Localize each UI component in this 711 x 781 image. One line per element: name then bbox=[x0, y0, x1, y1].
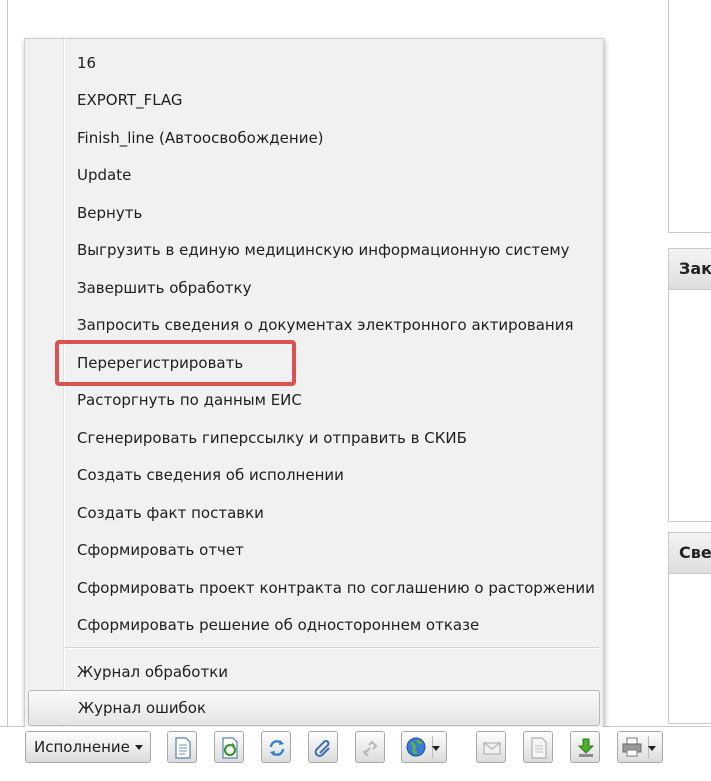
right-panel-sve: Све bbox=[668, 532, 711, 724]
document-button[interactable] bbox=[167, 731, 197, 763]
menu-item-generate-link[interactable]: Сгенерировать гиперссылку и отправить в … bbox=[25, 420, 603, 457]
attach-button[interactable] bbox=[308, 731, 338, 763]
attachment-icon bbox=[314, 740, 330, 757]
chevron-down-icon[interactable] bbox=[432, 746, 440, 751]
mail-button[interactable] bbox=[476, 731, 506, 763]
menu-item-create-delivery-fact[interactable]: Создать факт поставки bbox=[25, 495, 603, 532]
menu-item-export-emis[interactable]: Выгрузить в единую медицинскую информаци… bbox=[25, 232, 603, 269]
chevron-down-icon bbox=[135, 745, 143, 750]
document-refresh-button[interactable] bbox=[214, 731, 244, 763]
panel-header: Све bbox=[669, 533, 711, 574]
panel-header: Зак bbox=[669, 249, 711, 290]
menu-separator bbox=[65, 647, 599, 649]
printer-icon bbox=[622, 737, 642, 757]
chevron-down-icon[interactable] bbox=[648, 746, 656, 751]
refresh-icon bbox=[269, 740, 285, 756]
execution-button-label: Исполнение bbox=[34, 738, 130, 756]
globe-button[interactable] bbox=[401, 731, 447, 763]
download-button[interactable] bbox=[570, 731, 600, 763]
right-panel-zak: Зак bbox=[668, 248, 711, 522]
menu-item-generate-report[interactable]: Сформировать отчет bbox=[25, 532, 603, 569]
refresh-button[interactable] bbox=[261, 731, 291, 763]
download-icon bbox=[577, 738, 595, 757]
menu-item-create-execution-info[interactable]: Создать сведения об исполнении bbox=[25, 457, 603, 494]
globe-icon bbox=[406, 737, 426, 757]
menu-item-processing-log[interactable]: Журнал обработки bbox=[25, 654, 603, 691]
highlight-annotation-box bbox=[55, 340, 296, 386]
right-panel-top bbox=[668, 0, 711, 233]
link-button[interactable] bbox=[355, 731, 385, 763]
document-gray-button[interactable] bbox=[523, 731, 553, 763]
document-gray-icon bbox=[531, 737, 547, 759]
menu-item-terminate-eis[interactable]: Расторгнуть по данным ЕИС bbox=[25, 382, 603, 419]
menu-item-export-flag[interactable]: EXPORT_FLAG bbox=[25, 82, 603, 119]
window-frame-left bbox=[0, 0, 8, 740]
menu-item-finish-processing[interactable]: Завершить обработку bbox=[25, 270, 603, 307]
mail-icon bbox=[483, 742, 501, 755]
menu-item-16[interactable]: 16 bbox=[25, 45, 603, 82]
menu-item-termination-draft[interactable]: Сформировать проект контракта по соглаше… bbox=[25, 570, 603, 607]
execution-menu-button[interactable]: Исполнение bbox=[25, 731, 151, 763]
menu-item-return[interactable]: Вернуть bbox=[25, 195, 603, 232]
link-icon bbox=[362, 740, 378, 757]
menu-item-update[interactable]: Update bbox=[25, 157, 603, 194]
print-button[interactable] bbox=[617, 731, 663, 763]
menu-item-unilateral-refusal[interactable]: Сформировать решение об одностороннем от… bbox=[25, 607, 603, 644]
menu-item-error-log[interactable]: Журнал ошибок bbox=[28, 690, 600, 726]
document-refresh-icon bbox=[222, 737, 238, 759]
menu-item-request-acts[interactable]: Запросить сведения о документах электрон… bbox=[25, 307, 603, 344]
menu-item-finish-line[interactable]: Finish_line (Автоосвобождение) bbox=[25, 120, 603, 157]
document-icon bbox=[175, 737, 191, 759]
